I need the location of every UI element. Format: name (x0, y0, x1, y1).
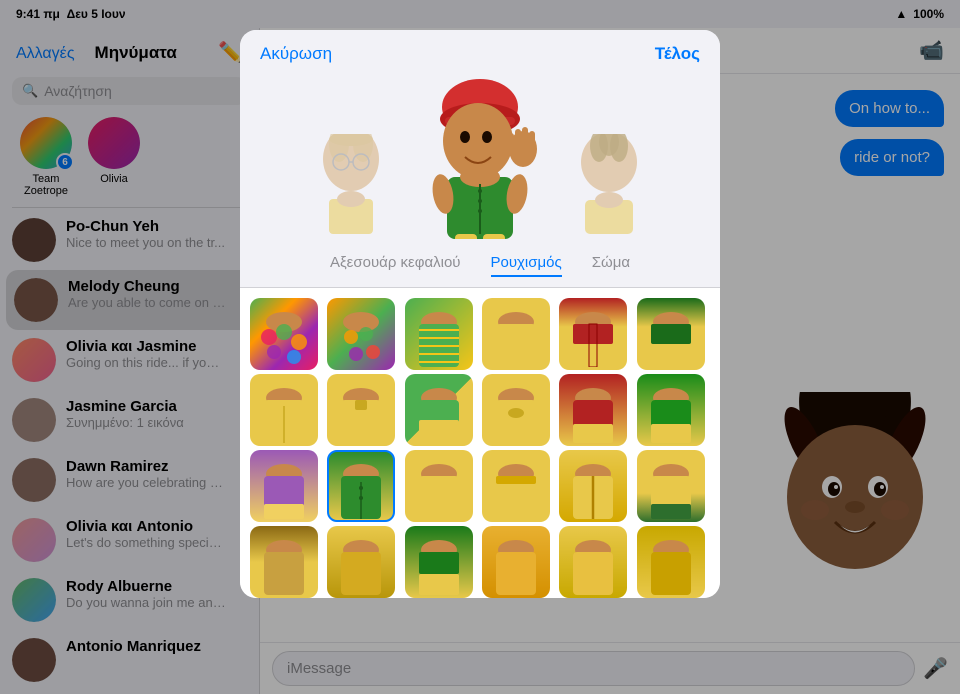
modal-topbar: Ακύρωση Τέλος (240, 30, 720, 74)
modal-overlay: Ακύρωση Τέλος (0, 0, 960, 694)
clothing-item-2[interactable] (405, 298, 473, 370)
memoji-editor-modal: Ακύρωση Τέλος (240, 30, 720, 598)
avatar-preview-right (569, 134, 649, 234)
cancel-button[interactable]: Ακύρωση (260, 44, 332, 64)
clothing-item-21[interactable] (482, 526, 550, 598)
done-button[interactable]: Τέλος (655, 44, 700, 64)
clothing-item-17[interactable] (637, 450, 705, 522)
clothing-item-14[interactable] (405, 450, 473, 522)
tab-row: Αξεσουάρ κεφαλιού Ρουχισμός Σώμα (240, 250, 720, 288)
avatar-preview-main (415, 84, 545, 234)
clothing-item-7[interactable] (327, 374, 395, 446)
clothing-item-15[interactable] (482, 450, 550, 522)
clothing-item-6[interactable] (250, 374, 318, 446)
clothing-grid (240, 288, 720, 598)
clothing-item-4[interactable] (559, 298, 627, 370)
clothing-item-20[interactable] (405, 526, 473, 598)
clothing-item-12[interactable] (250, 450, 318, 522)
clothing-item-5[interactable] (637, 298, 705, 370)
clothing-item-1[interactable] (327, 298, 395, 370)
clothing-item-23[interactable] (637, 526, 705, 598)
clothing-item-22[interactable] (559, 526, 627, 598)
clothing-item-18[interactable] (250, 526, 318, 598)
clothing-item-16[interactable] (559, 450, 627, 522)
clothing-item-9[interactable] (482, 374, 550, 446)
clothing-item-11[interactable] (637, 374, 705, 446)
avatar-preview-row (240, 74, 720, 250)
clothing-item-3[interactable] (482, 298, 550, 370)
clothing-item-0[interactable] (250, 298, 318, 370)
tab-head-accessories[interactable]: Αξεσουάρ κεφαλιού (330, 254, 461, 277)
tab-clothing[interactable]: Ρουχισμός (491, 254, 562, 277)
clothing-item-19[interactable] (327, 526, 395, 598)
clothing-item-10[interactable] (559, 374, 627, 446)
tab-body[interactable]: Σώμα (592, 254, 630, 277)
clothing-item-13[interactable] (327, 450, 395, 522)
avatar-preview-left (311, 134, 391, 234)
clothing-item-8[interactable] (405, 374, 473, 446)
